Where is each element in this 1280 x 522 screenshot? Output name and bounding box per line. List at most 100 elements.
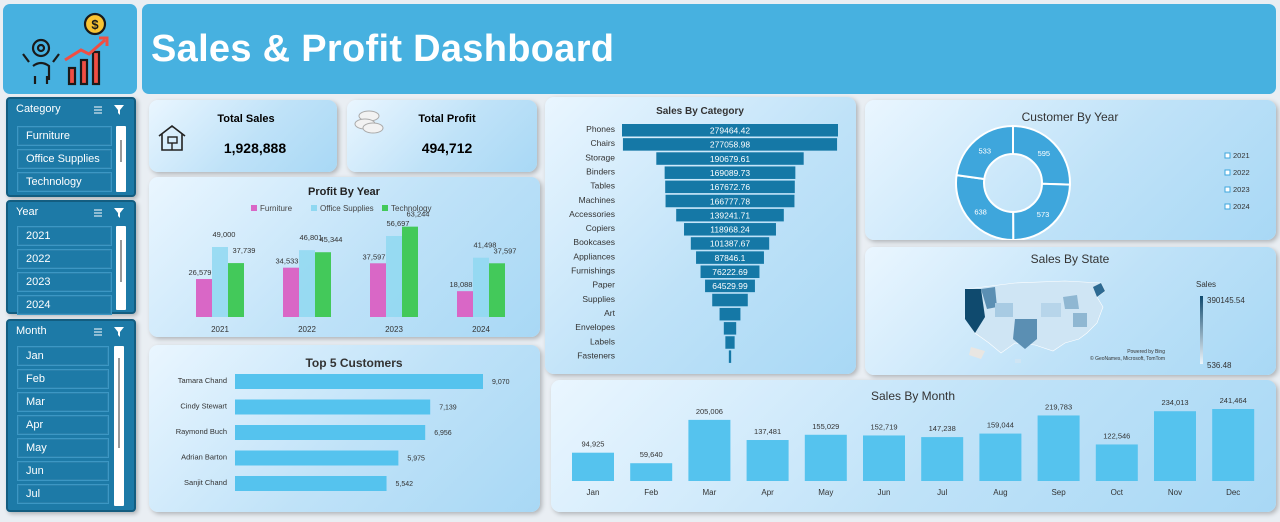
y-tick-label: Machines bbox=[579, 195, 615, 205]
bar-nov bbox=[1154, 411, 1196, 481]
y-tick-label: Art bbox=[604, 308, 616, 318]
data-label: 166777.78 bbox=[710, 196, 750, 206]
data-label: 6,956 bbox=[434, 430, 452, 437]
legend-label: Office Supplies bbox=[320, 204, 374, 213]
slicer-title: Month bbox=[16, 325, 47, 337]
x-tick-label: Aug bbox=[993, 488, 1007, 497]
year-slicer[interactable]: Year 2021 2022 2023 2024 bbox=[6, 200, 136, 315]
us-map-shape bbox=[964, 280, 1106, 363]
bar-jul bbox=[921, 437, 964, 481]
sales-by-month-card: Sales By Month 94,925 Jan 59,640 Feb 205,006 M… bbox=[551, 380, 1276, 512]
data-label: 152,719 bbox=[870, 422, 897, 431]
slicer-item-apr[interactable]: Apr bbox=[17, 415, 109, 435]
multi-select-icon[interactable] bbox=[94, 328, 102, 336]
legend-label: 2022 bbox=[1233, 168, 1250, 177]
data-label: 190679.61 bbox=[710, 154, 750, 164]
sales-by-state-card: Sales By State Sales 390145.54 536.48 Powere… bbox=[865, 247, 1276, 375]
data-label: 7,139 bbox=[439, 405, 457, 412]
data-label: 118968.24 bbox=[710, 225, 750, 235]
legend-color-scale bbox=[1200, 296, 1203, 364]
bar-may bbox=[804, 434, 847, 481]
chart-title: Sales By Month bbox=[871, 389, 955, 403]
slicer-item-may[interactable]: May bbox=[17, 438, 109, 458]
legend-swatch bbox=[382, 205, 388, 211]
legend-max: 390145.54 bbox=[1207, 296, 1245, 305]
y-tick-label: Tamara Chand bbox=[178, 376, 227, 385]
slicer-item-technology[interactable]: Technology bbox=[17, 172, 112, 192]
funnel-bar-art bbox=[719, 307, 741, 321]
slicer-item-office-supplies[interactable]: Office Supplies bbox=[17, 149, 112, 169]
scrollbar[interactable] bbox=[114, 346, 124, 506]
svg-text:$: $ bbox=[91, 17, 99, 32]
category-slicer[interactable]: Category Furniture Office Supplies Techn… bbox=[6, 97, 136, 197]
x-tick-label: Mar bbox=[703, 488, 717, 497]
y-tick-label: Phones bbox=[586, 124, 615, 134]
funnel-bar-envelopes bbox=[723, 322, 737, 335]
funnel-bar-fasteners bbox=[728, 350, 732, 363]
data-label: 595 bbox=[1038, 149, 1051, 158]
data-label: 26,579 bbox=[189, 268, 212, 277]
x-tick-label: Dec bbox=[1226, 488, 1240, 497]
slicer-item-2022[interactable]: 2022 bbox=[17, 249, 112, 269]
slicer-header-icons bbox=[92, 325, 128, 343]
data-label: 9,070 bbox=[492, 379, 510, 386]
kpi-value: 1,928,888 bbox=[223, 140, 287, 156]
y-tick-label: Chairs bbox=[590, 138, 615, 148]
data-label: 63,244 bbox=[407, 210, 430, 219]
bar-aug bbox=[979, 433, 1022, 481]
legend-swatch bbox=[251, 205, 257, 211]
data-label: 533 bbox=[979, 147, 992, 156]
clear-filter-icon[interactable] bbox=[114, 327, 124, 337]
scroll-thumb[interactable] bbox=[120, 240, 122, 282]
customer-by-year-card: Customer By Year 595 573 638 533 2021 2022 2023… bbox=[865, 100, 1276, 242]
chart-title: Profit By Year bbox=[308, 186, 381, 198]
bar-mar bbox=[688, 419, 731, 481]
legend-swatch bbox=[311, 205, 317, 211]
bar-2021-furniture bbox=[196, 279, 212, 317]
data-label: 56,697 bbox=[387, 219, 410, 228]
slicer-item-2023[interactable]: 2023 bbox=[17, 272, 112, 292]
bar-adrian-barton bbox=[235, 450, 399, 466]
scroll-thumb[interactable] bbox=[118, 358, 120, 448]
y-tick-label: Appliances bbox=[573, 251, 615, 261]
scrollbar[interactable] bbox=[116, 226, 126, 310]
data-label: 159,044 bbox=[987, 421, 1014, 430]
multi-select-icon[interactable] bbox=[94, 106, 102, 114]
slicer-title: Year bbox=[16, 206, 39, 218]
profit-by-year-chart: Profit By YearFurniture Office Supplies Te… bbox=[189, 186, 517, 334]
slicer-header-icons bbox=[92, 103, 128, 121]
bar-2024-technology bbox=[489, 263, 505, 317]
dashboard-logo: $ bbox=[3, 4, 137, 94]
data-label: 18,088 bbox=[450, 280, 473, 289]
legend-title: Sales bbox=[1196, 280, 1216, 289]
slicer-item-jul[interactable]: Jul bbox=[17, 484, 109, 504]
clear-filter-icon[interactable] bbox=[114, 208, 124, 218]
slicer-item-jan[interactable]: Jan bbox=[17, 346, 109, 366]
funnel-bar-labels bbox=[725, 336, 735, 349]
slicer-item-feb[interactable]: Feb bbox=[17, 369, 109, 389]
bar-2022-technology bbox=[315, 252, 331, 317]
clear-filter-icon[interactable] bbox=[114, 105, 124, 115]
customer-by-year-chart: Customer By Year 595 573 638 533 2021 2022 2023… bbox=[955, 110, 1250, 242]
slicer-item-2024[interactable]: 2024 bbox=[17, 295, 112, 315]
kpi-value: 494,712 bbox=[421, 140, 473, 156]
scrollbar[interactable] bbox=[116, 126, 126, 192]
data-label: 137,481 bbox=[754, 427, 781, 436]
profit-by-year-card: Profit By Year Furniture Office Supplies Te… bbox=[149, 177, 540, 337]
sales-by-category-card: Sales By Category Phones 279464.42 Chairs 27… bbox=[545, 97, 856, 374]
data-label: 34,533 bbox=[276, 257, 299, 266]
slicer-item-furniture[interactable]: Furniture bbox=[17, 126, 112, 146]
data-label: 64529.99 bbox=[712, 281, 748, 291]
data-label: 234,013 bbox=[1161, 398, 1188, 407]
legend-swatch bbox=[1224, 169, 1231, 176]
bar-tamara-chand bbox=[235, 374, 483, 389]
x-tick-label: Apr bbox=[761, 488, 774, 497]
data-label: 205,006 bbox=[696, 407, 723, 416]
bar-2023-technology bbox=[402, 226, 418, 317]
slicer-item-2021[interactable]: 2021 bbox=[17, 226, 112, 246]
month-slicer[interactable]: Month Jan Feb Mar Apr May Jun Jul bbox=[6, 319, 136, 512]
scroll-thumb[interactable] bbox=[120, 140, 122, 162]
slicer-item-mar[interactable]: Mar bbox=[17, 392, 109, 412]
multi-select-icon[interactable] bbox=[94, 209, 102, 217]
slicer-item-jun[interactable]: Jun bbox=[17, 461, 109, 481]
